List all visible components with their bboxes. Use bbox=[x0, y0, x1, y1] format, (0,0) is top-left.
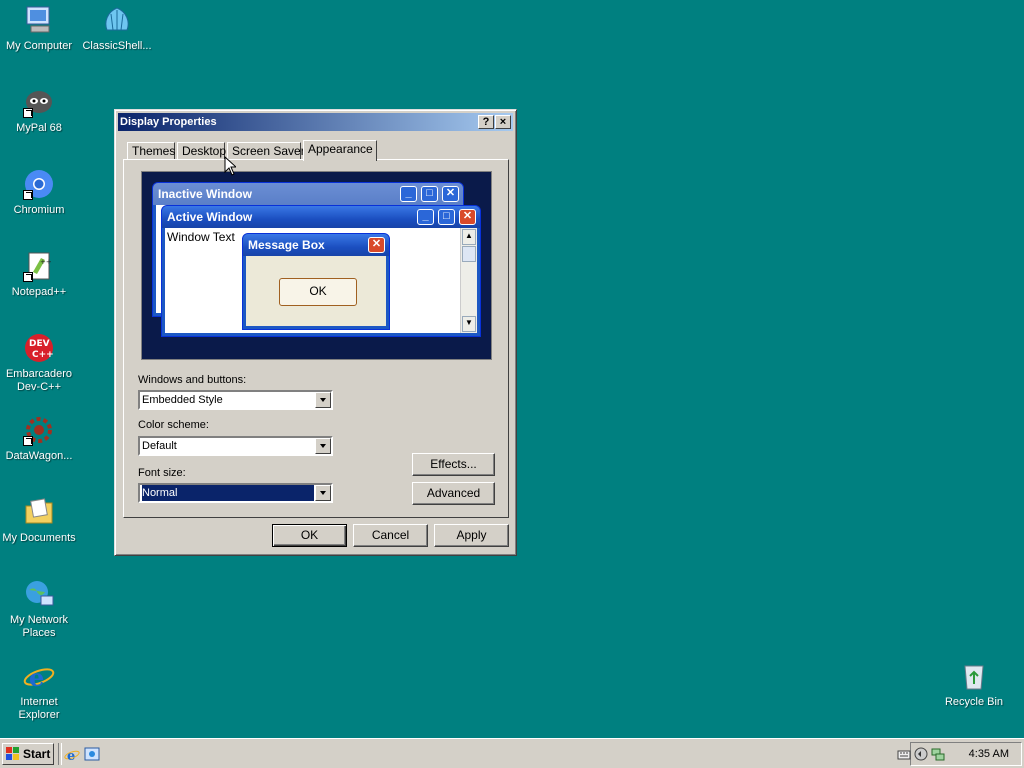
desktop-icon-label: My Documents bbox=[2, 532, 76, 544]
desktop-icon-classicshell[interactable]: ClassicShell... bbox=[78, 4, 156, 53]
preview-msgbox-body: OK bbox=[246, 256, 386, 326]
chromium-icon bbox=[23, 168, 55, 200]
classic-shell-icon bbox=[101, 4, 133, 36]
svg-text:e: e bbox=[67, 749, 75, 762]
recycle-bin-icon bbox=[958, 660, 990, 692]
effects-button[interactable]: Effects... bbox=[412, 453, 495, 476]
color-scheme-select[interactable]: Default bbox=[138, 436, 333, 456]
desktop-icon-my-computer[interactable]: My Computer bbox=[0, 4, 78, 53]
desktop-icon-label: Embarcadero Dev-C++ bbox=[5, 368, 73, 393]
desktop-icon-label: My Computer bbox=[5, 40, 73, 52]
close-icon: ✕ bbox=[368, 237, 385, 253]
shortcut-arrow-icon bbox=[23, 436, 33, 446]
desktop-icon-label: ClassicShell... bbox=[82, 40, 152, 52]
datawagon-icon bbox=[23, 414, 55, 446]
scroll-up-icon: ▲ bbox=[462, 229, 476, 245]
preview-window-text: Window Text bbox=[167, 230, 235, 244]
chevron-down-icon[interactable] bbox=[315, 485, 331, 501]
shortcut-arrow-icon bbox=[23, 108, 33, 118]
my-computer-icon bbox=[23, 4, 55, 36]
desktop-icon-label: Recycle Bin bbox=[944, 696, 1004, 708]
preview-msgbox-ok-button: OK bbox=[279, 278, 357, 306]
desktop-icon-label: MyPal 68 bbox=[16, 122, 62, 134]
font-size-value: Normal bbox=[142, 485, 314, 501]
preview-scrollbar: ▲ ▼ bbox=[460, 228, 477, 333]
close-button[interactable]: × bbox=[495, 115, 511, 129]
quicklaunch-show-desktop-icon[interactable] bbox=[84, 746, 100, 762]
svg-text:e: e bbox=[29, 663, 44, 692]
close-icon: ✕ bbox=[459, 209, 476, 225]
minimize-icon: _ bbox=[400, 186, 417, 202]
svg-text:C++: C++ bbox=[32, 350, 54, 360]
apply-button[interactable]: Apply bbox=[434, 524, 509, 547]
shortcut-arrow-icon bbox=[23, 190, 33, 200]
tab-desktop[interactable]: Desktop bbox=[177, 142, 226, 160]
taskbar: Start e 4:35 AM bbox=[0, 738, 1024, 768]
ok-button[interactable]: OK bbox=[272, 524, 347, 547]
minimize-icon: _ bbox=[417, 209, 434, 225]
start-label: Start bbox=[23, 747, 51, 761]
chevron-down-icon[interactable] bbox=[315, 438, 331, 454]
desktop-icon-datawagon[interactable]: DataWagon... bbox=[0, 414, 78, 463]
color-scheme-value: Default bbox=[142, 440, 177, 452]
tab-themes[interactable]: Themes bbox=[127, 142, 175, 160]
my-documents-icon bbox=[23, 496, 55, 528]
desktop-icon-chromium[interactable]: Chromium bbox=[0, 168, 78, 217]
desktop-icon-label: Internet Explorer bbox=[18, 696, 60, 721]
shortcut-arrow-icon bbox=[23, 272, 33, 282]
windows-buttons-label: Windows and buttons: bbox=[138, 374, 247, 386]
help-button[interactable]: ? bbox=[478, 115, 494, 129]
keyboard-icon[interactable] bbox=[897, 747, 911, 761]
maximize-icon: □ bbox=[438, 209, 455, 225]
devcpp-icon: DEV C++ bbox=[23, 332, 55, 364]
taskbar-clock[interactable]: 4:35 AM bbox=[969, 748, 1009, 760]
dialog-title: Display Properties bbox=[120, 116, 217, 128]
tab-screen-saver[interactable]: Screen Saver bbox=[227, 142, 305, 160]
desktop-icon-internet-explorer[interactable]: e Internet Explorer bbox=[0, 660, 78, 722]
windows-buttons-select[interactable]: Embedded Style bbox=[138, 390, 333, 410]
quicklaunch-ie-icon[interactable]: e bbox=[64, 746, 80, 762]
dialog-titlebar[interactable]: Display Properties ? × bbox=[118, 113, 513, 131]
cancel-button[interactable]: Cancel bbox=[353, 524, 428, 547]
volume-icon[interactable] bbox=[914, 747, 928, 761]
svg-text:++: ++ bbox=[40, 258, 52, 266]
scroll-thumb bbox=[462, 246, 476, 262]
desktop-icon-network-places[interactable]: My Network Places bbox=[0, 578, 78, 640]
font-size-select[interactable]: Normal bbox=[138, 483, 333, 503]
desktop-icon-my-documents[interactable]: My Documents bbox=[0, 496, 78, 545]
desktop-icon-label: My Network Places bbox=[9, 614, 69, 639]
notepadpp-icon: ++ bbox=[23, 250, 55, 282]
taskbar-separator bbox=[58, 743, 62, 765]
close-icon: ✕ bbox=[442, 186, 459, 202]
maximize-icon: □ bbox=[421, 186, 438, 202]
network-tray-icon[interactable] bbox=[931, 747, 945, 761]
windows-logo-icon bbox=[6, 747, 19, 760]
color-scheme-label: Color scheme: bbox=[138, 419, 209, 431]
system-tray: 4:35 AM bbox=[897, 742, 1022, 766]
display-properties-dialog: Display Properties ? × Themes Desktop Sc… bbox=[114, 109, 517, 556]
desktop-icon-recycle-bin[interactable]: Recycle Bin bbox=[935, 660, 1013, 709]
tab-appearance[interactable]: Appearance bbox=[303, 140, 377, 161]
desktop-icon-label: Notepad++ bbox=[11, 286, 67, 298]
desktop-icon-mypal[interactable]: MyPal 68 bbox=[0, 86, 78, 135]
advanced-button[interactable]: Advanced bbox=[412, 482, 495, 505]
network-places-icon bbox=[23, 578, 55, 610]
font-size-label: Font size: bbox=[138, 467, 186, 479]
svg-text:DEV: DEV bbox=[29, 339, 50, 349]
appearance-preview: Inactive Window _ □ ✕ Active Window _ □ … bbox=[141, 171, 492, 360]
scroll-down-icon: ▼ bbox=[462, 316, 476, 332]
desktop-icon-label: Chromium bbox=[13, 204, 65, 216]
desktop-icon-notepadpp[interactable]: ++ Notepad++ bbox=[0, 250, 78, 299]
desktop-icon-devcpp[interactable]: DEV C++ Embarcadero Dev-C++ bbox=[0, 332, 78, 394]
mouse-cursor-icon bbox=[224, 156, 236, 176]
internet-explorer-icon: e bbox=[23, 660, 55, 692]
desktop-icon-label: DataWagon... bbox=[5, 450, 73, 462]
mypal-icon bbox=[23, 86, 55, 118]
start-button[interactable]: Start bbox=[2, 743, 54, 765]
preview-message-box: Message Box ✕ OK bbox=[242, 233, 390, 330]
chevron-down-icon[interactable] bbox=[315, 392, 331, 408]
windows-buttons-value: Embedded Style bbox=[142, 394, 223, 406]
